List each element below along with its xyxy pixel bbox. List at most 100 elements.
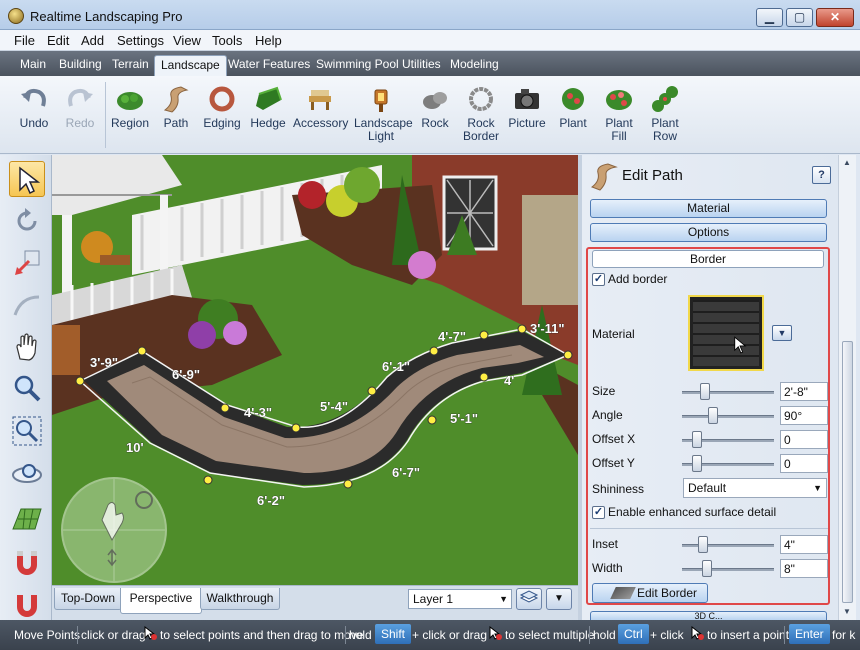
zoom-icon xyxy=(14,375,41,402)
width-field[interactable]: 8" xyxy=(780,559,828,578)
maximize-button[interactable]: ▢ xyxy=(786,8,813,27)
view-tab-walkthrough[interactable]: Walkthrough xyxy=(200,588,280,610)
rock-border-icon xyxy=(469,87,493,111)
measurement-label: 6'-1" xyxy=(382,359,410,374)
hedge-button[interactable]: Hedge xyxy=(241,82,295,150)
tab-landscape[interactable]: Landscape xyxy=(154,55,227,76)
rock-icon xyxy=(423,92,447,109)
minimize-button[interactable]: ▁ xyxy=(756,8,783,27)
enhanced-surface-label: Enable enhanced surface detail xyxy=(608,505,777,519)
material-dropdown-button[interactable]: ▼ xyxy=(772,325,792,341)
left-toolbar xyxy=(0,155,52,620)
landscape-light-button[interactable]: Landscape Light xyxy=(354,82,413,150)
panel-scrollbar[interactable]: ▲ ▼ xyxy=(838,155,856,620)
mouse-cursor-icon xyxy=(489,626,502,640)
size-field[interactable]: 2'-8" xyxy=(780,382,828,401)
inset-field[interactable]: 4" xyxy=(780,535,828,554)
accessory-button[interactable]: Accessory xyxy=(293,82,348,150)
menu-view[interactable]: View xyxy=(173,33,201,48)
menu-add[interactable]: Add xyxy=(81,33,104,48)
ribbon-toolbar: Undo Redo Region Path Edging Hedge Acces… xyxy=(0,76,860,154)
status-text: to select multiple xyxy=(505,628,595,642)
offset-x-field[interactable]: 0 xyxy=(780,430,828,449)
measurement-label: 5'-4" xyxy=(320,399,348,414)
zoom-region-icon xyxy=(12,416,42,446)
cursor-icon xyxy=(734,336,747,354)
material-swatch[interactable] xyxy=(688,295,764,371)
scrollbar-thumb[interactable] xyxy=(842,341,853,603)
layer-select[interactable]: Layer 1 ▼ xyxy=(408,589,512,609)
measurement-label: 5'-1" xyxy=(450,411,478,426)
close-button[interactable]: ✕ xyxy=(816,8,854,27)
inset-slider-track[interactable] xyxy=(682,544,774,547)
measurement-label: 6'-9" xyxy=(172,367,200,382)
help-button[interactable]: ? xyxy=(812,166,831,184)
mouse-cursor-icon xyxy=(144,626,157,640)
select-tool[interactable] xyxy=(9,161,45,197)
terrain-grid-tool[interactable] xyxy=(9,501,45,537)
edit-path-panel: Edit Path ? Material Options Border ✓ Ad… xyxy=(582,155,838,620)
measurement-label: 4'-3" xyxy=(244,405,272,420)
angle-slider-thumb[interactable] xyxy=(708,407,718,424)
size-slider-thumb[interactable] xyxy=(700,383,710,400)
path-icon xyxy=(590,163,618,191)
zoom-region-tool[interactable] xyxy=(9,413,45,449)
pan-tool[interactable] xyxy=(9,329,45,365)
magnet-tool[interactable] xyxy=(9,545,45,581)
menu-settings[interactable]: Settings xyxy=(117,33,164,48)
layers-button[interactable] xyxy=(516,588,542,610)
tab-swimming-pool[interactable]: Swimming Pool xyxy=(310,55,405,76)
offset-y-slider-thumb[interactable] xyxy=(692,455,702,472)
garden-scene[interactable]: 3'-9" 6'-9" 4'-3" 5'-4" 6'-1" 4'-7" 3'-1… xyxy=(52,155,578,585)
shift-key-badge: Shift xyxy=(375,624,412,644)
shininess-select[interactable]: Default ▼ xyxy=(683,478,827,498)
offset-x-slider-thumb[interactable] xyxy=(692,431,702,448)
menu-bar: File Edit Add Settings View Tools Help xyxy=(0,30,860,51)
tab-utilities[interactable]: Utilities xyxy=(396,55,447,76)
tab-main[interactable]: Main xyxy=(14,55,52,76)
menu-file[interactable]: File xyxy=(14,33,35,48)
edit-border-button[interactable]: Edit Border xyxy=(592,583,708,603)
tab-bar: Main Building Terrain Landscape Water Fe… xyxy=(0,51,860,76)
3d-viewport[interactable]: 3'-9" 6'-9" 4'-3" 5'-4" 6'-1" 4'-7" 3'-1… xyxy=(52,155,578,585)
status-text: to select points and then drag to move xyxy=(160,628,364,642)
rotate-tool[interactable] xyxy=(9,203,45,239)
border-section: Border ✓ Add border Material ▼ Size 2'-8… xyxy=(586,247,830,605)
width-slider-track[interactable] xyxy=(682,568,774,571)
scroll-down-icon[interactable]: ▼ xyxy=(843,607,851,616)
width-slider-thumb[interactable] xyxy=(702,560,712,577)
angle-slider-track[interactable] xyxy=(682,415,774,418)
redo-button[interactable]: Redo xyxy=(53,82,107,150)
layer-menu-button[interactable]: ▼ xyxy=(546,588,572,610)
shininess-label: Shininess xyxy=(592,482,645,496)
border-section-header[interactable]: Border xyxy=(592,250,824,268)
app-logo-icon xyxy=(8,8,24,24)
menu-edit[interactable]: Edit xyxy=(47,33,69,48)
view-tab-perspective[interactable]: Perspective xyxy=(120,588,202,614)
path-icon xyxy=(163,86,189,113)
view-tab-top-down[interactable]: Top-Down xyxy=(54,588,122,610)
offset-y-field[interactable]: 0 xyxy=(780,454,828,473)
add-border-checkbox[interactable]: ✓ xyxy=(592,273,605,286)
scroll-up-icon[interactable]: ▲ xyxy=(843,158,851,167)
3d-section-button[interactable]: 3D C... xyxy=(590,611,827,620)
tab-building[interactable]: Building xyxy=(53,55,108,76)
angle-field[interactable]: 90° xyxy=(780,406,828,425)
inset-slider-thumb[interactable] xyxy=(698,536,708,553)
options-section-button[interactable]: Options xyxy=(590,223,827,242)
tab-terrain[interactable]: Terrain xyxy=(106,55,155,76)
curve-tool[interactable] xyxy=(9,287,45,323)
material-section-button[interactable]: Material xyxy=(590,199,827,218)
tab-water-features[interactable]: Water Features xyxy=(222,55,316,76)
enhanced-surface-checkbox[interactable]: ✓ xyxy=(592,506,605,519)
menu-tools[interactable]: Tools xyxy=(212,33,242,48)
resize-tool[interactable] xyxy=(9,245,45,281)
snap-tool[interactable] xyxy=(9,587,45,617)
tab-modeling[interactable]: Modeling xyxy=(444,55,505,76)
zoom-tool[interactable] xyxy=(9,371,45,407)
divider xyxy=(77,626,78,644)
menu-help[interactable]: Help xyxy=(255,33,282,48)
plant-row-button[interactable]: Plant Row xyxy=(638,82,692,150)
size-slider-track[interactable] xyxy=(682,391,774,394)
orbit-tool[interactable] xyxy=(9,455,45,491)
